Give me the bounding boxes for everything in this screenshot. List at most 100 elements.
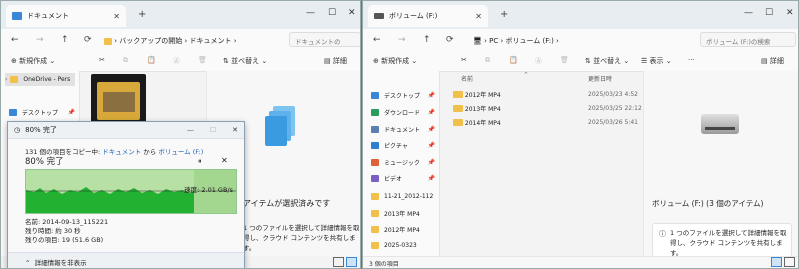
nav-item[interactable]: デスクトップ 📌: [371, 89, 435, 102]
videos-icon: [371, 175, 379, 182]
dialog-title: 80% 完了: [25, 126, 57, 134]
copy-icon[interactable]: ⧉: [123, 56, 128, 65]
details-view-icon[interactable]: [771, 257, 782, 267]
nav-label: OneDrive - Pers: [23, 76, 71, 83]
nav-label: ダウンロード: [384, 110, 421, 117]
nav-item-onedrive[interactable]: › OneDrive - Pers: [5, 73, 75, 86]
breadcrumb[interactable]: 🖥 › PC › ボリューム (F:) ›: [473, 36, 559, 46]
close-icon[interactable]: ✕: [348, 8, 356, 18]
nav-item[interactable]: ミュージック 📌: [371, 156, 435, 169]
nav-item[interactable]: ピクチャ 📌: [371, 139, 435, 152]
minimize-icon[interactable]: —: [744, 8, 753, 18]
view-label: 表示: [649, 57, 664, 65]
copy-icon[interactable]: ⧉: [485, 56, 490, 65]
breadcrumb[interactable]: › バックアップの開始 › ドキュメント ›: [104, 36, 237, 46]
folder-thumbnail[interactable]: [91, 74, 146, 126]
up-icon[interactable]: ↑: [61, 35, 69, 45]
close-icon[interactable]: ✕: [232, 126, 238, 134]
pause-button[interactable]: ⏸: [198, 157, 202, 166]
pin-icon: 📌: [427, 142, 435, 149]
back-icon[interactable]: ←: [11, 35, 19, 45]
file-row[interactable]: 2013年 MP4 2025/03/25 22:12: [453, 103, 642, 114]
breadcrumb-item[interactable]: ドキュメント: [190, 37, 232, 45]
nav-label: 11-21_2012-112: [384, 193, 434, 200]
tab-volume-f[interactable]: ボリューム (F:) ✕: [368, 5, 488, 27]
nav-item[interactable]: 2013年 MP4: [371, 207, 435, 220]
column-header: 名前 ⌃ 更新日時: [443, 71, 638, 84]
nav-label: ミュージック: [384, 160, 420, 167]
details-label: 詳細: [332, 57, 347, 65]
new-button[interactable]: ⊕ 新規作成 ⌄: [11, 56, 55, 66]
nav-item[interactable]: 2012年 MP4: [371, 223, 435, 236]
source-link[interactable]: ドキュメント: [102, 148, 141, 156]
details-toggle-button[interactable]: ⌃ 詳細情報を非表示: [25, 257, 87, 267]
tiles-view-icon[interactable]: [784, 257, 795, 267]
folder-icon: [10, 76, 19, 83]
copy-mid: から: [141, 148, 159, 156]
tab-documents[interactable]: ドキュメント ✕: [6, 5, 126, 27]
refresh-icon[interactable]: ⟳: [446, 35, 454, 45]
refresh-icon[interactable]: ⟳: [84, 35, 92, 45]
details-button[interactable]: ▤ 詳細: [761, 56, 784, 66]
details-view-icon[interactable]: [333, 257, 344, 267]
breadcrumb-item[interactable]: ボリューム (F:): [506, 37, 554, 45]
desktop-icon: [9, 109, 17, 116]
new-tab-button[interactable]: +: [500, 9, 508, 20]
nav-item[interactable]: 11-21_2012-112: [371, 190, 435, 203]
breadcrumb-item[interactable]: PC: [489, 37, 498, 45]
forward-icon[interactable]: →: [398, 35, 406, 45]
close-icon[interactable]: ✕: [786, 8, 794, 18]
nav-item[interactable]: ドキュメント 📌: [371, 123, 435, 136]
maximize-icon[interactable]: ☐: [210, 126, 216, 134]
close-tab-icon[interactable]: ✕: [475, 12, 482, 21]
cut-icon[interactable]: ✂: [99, 56, 105, 64]
search-input[interactable]: ボリューム (F:)の検索: [700, 32, 796, 47]
breadcrumb-item[interactable]: バックアップの開始: [119, 37, 182, 45]
sort-button[interactable]: ⇅ 並べ替え ⌄: [223, 56, 267, 66]
cancel-button[interactable]: ✕: [221, 156, 228, 165]
more-icon[interactable]: ···: [688, 56, 695, 64]
pin-icon: 📌: [427, 109, 435, 116]
paste-icon[interactable]: 📋: [509, 56, 518, 64]
info-box: ⓘ 1 つのファイルを選択して詳細情報を取得し、クラウド コンテンツを共有しま …: [652, 223, 792, 257]
nav-item[interactable]: ダウンロード 📌: [371, 106, 435, 119]
close-tab-icon[interactable]: ✕: [113, 12, 120, 21]
minimize-icon[interactable]: —: [187, 126, 194, 134]
rename-icon[interactable]: Ⓐ: [173, 56, 180, 66]
back-icon[interactable]: ←: [373, 35, 381, 45]
column-date[interactable]: 更新日時: [588, 74, 612, 83]
dialog-titlebar: ◷ 80% 完了 — ☐ ✕: [8, 122, 244, 139]
column-name[interactable]: 名前: [461, 74, 473, 83]
details-button[interactable]: ▤ 詳細: [324, 56, 347, 66]
file-date: 2025/03/26 5:41: [588, 119, 638, 126]
view-button[interactable]: ☰ 表示 ⌄: [641, 56, 672, 66]
new-tab-button[interactable]: +: [138, 9, 146, 20]
folder-icon: [453, 105, 463, 112]
pin-icon: 📌: [427, 159, 435, 166]
nav-item[interactable]: ビデオ 📌: [371, 172, 435, 185]
nav-item[interactable]: 2025-0323: [371, 239, 435, 252]
delete-icon[interactable]: 🗑: [560, 56, 569, 64]
folder-icon: [453, 119, 463, 126]
folder-icon: [371, 226, 379, 233]
forward-icon[interactable]: →: [36, 35, 44, 45]
file-row[interactable]: 2014年 MP4 2025/03/26 5:41: [453, 117, 638, 128]
tiles-view-icon[interactable]: [346, 257, 357, 267]
delete-icon[interactable]: 🗑: [198, 56, 207, 64]
sort-button[interactable]: ⇅ 並べ替え ⌄: [585, 56, 629, 66]
up-icon[interactable]: ↑: [423, 35, 431, 45]
destination-link[interactable]: ボリューム (F:): [158, 148, 203, 156]
maximize-icon[interactable]: ☐: [328, 8, 336, 18]
cut-icon[interactable]: ✂: [461, 56, 467, 64]
new-label: 新規作成: [381, 57, 410, 65]
minimize-icon[interactable]: —: [306, 8, 315, 18]
nav-label: ピクチャ: [384, 143, 408, 150]
maximize-icon[interactable]: ☐: [765, 8, 773, 18]
paste-icon[interactable]: 📋: [147, 56, 156, 64]
file-row[interactable]: 2012年 MP4 2025/03/23 4:52: [453, 89, 638, 100]
percent-complete: 80% 完了: [25, 157, 64, 167]
new-button[interactable]: ⊕ 新規作成 ⌄: [373, 56, 417, 66]
rename-icon[interactable]: Ⓐ: [535, 56, 542, 66]
search-input[interactable]: ドキュメントの: [289, 32, 360, 47]
nav-item-desktop[interactable]: デスクトップ 📌: [9, 106, 75, 119]
